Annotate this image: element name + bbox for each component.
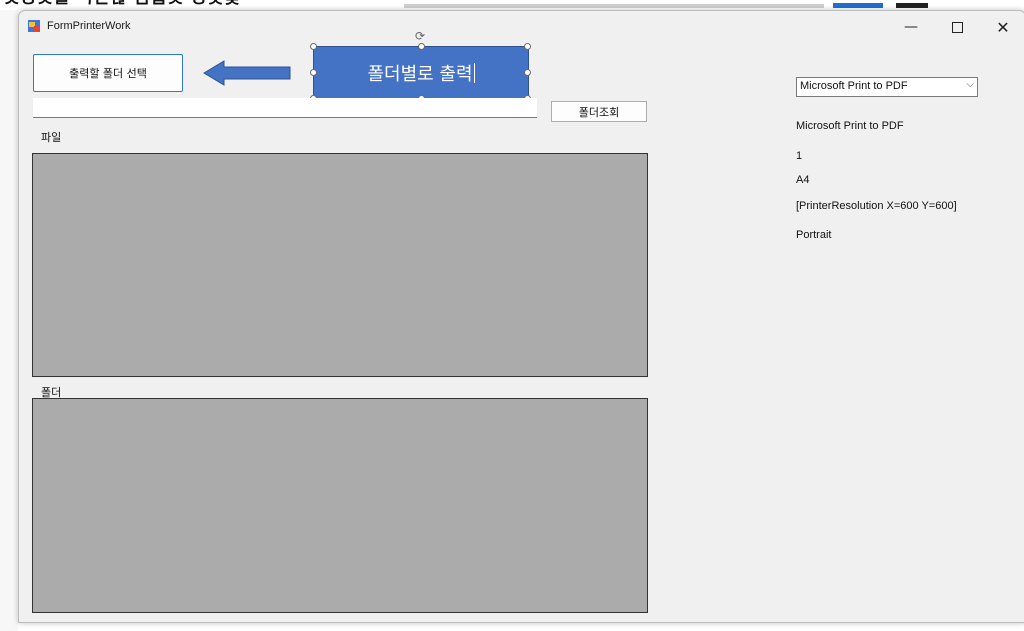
background-bar (833, 3, 883, 8)
select-folder-button[interactable]: 출력할 폴더 선택 (33, 54, 183, 92)
folders-grid[interactable] (32, 398, 648, 613)
copies-label: 1 (796, 150, 803, 162)
background-editor-strip: ᄉᄋᄉᄅ ᄀᄂᄃᄅ ᄆᄇᄉ ᄋᄌᄎ (0, 0, 1024, 10)
resolution-label: [PrinterResolution X=600 Y=600] (796, 200, 957, 212)
callout-text: 폴더별로 출력 (367, 64, 473, 85)
printer-name-label: Microsoft Print to PDF (796, 120, 904, 132)
orientation-label: Portrait (796, 229, 832, 241)
background-bar (404, 4, 824, 8)
rotate-handle-icon[interactable]: ⟳ (415, 29, 425, 43)
left-arrow-icon (203, 60, 291, 86)
close-icon: ✕ (996, 17, 1010, 37)
resize-handle[interactable] (418, 43, 425, 50)
background-left-edge (0, 10, 18, 631)
paper-size-label: A4 (796, 174, 810, 186)
title-bar[interactable]: FormPrinterWork — ✕ (19, 11, 1024, 43)
resize-handle[interactable] (524, 43, 531, 50)
background-bar (896, 3, 928, 8)
maximize-icon (951, 21, 963, 33)
printer-select-value: Microsoft Print to PDF (800, 80, 908, 92)
app-icon (28, 20, 40, 32)
callout-box[interactable]: 폴더별로 출력 (310, 43, 531, 102)
chevron-down-icon: ⌵ (966, 79, 974, 90)
minimize-icon: — (904, 19, 918, 35)
files-label: 파일 (41, 131, 62, 144)
printer-select[interactable]: Microsoft Print to PDF ⌵ (796, 77, 978, 97)
window-title: FormPrinterWork (47, 20, 131, 32)
maximize-button[interactable] (935, 11, 979, 43)
resize-handle[interactable] (310, 43, 317, 50)
minimize-button[interactable]: — (889, 11, 933, 43)
form-window: FormPrinterWork — ✕ 출력할 폴더 선택 폴더별로 출력 ⟳ (18, 10, 1024, 623)
query-folder-button[interactable]: 폴더조회 (551, 101, 647, 122)
form-client-area: 출력할 폴더 선택 폴더별로 출력 ⟳ 폴더조회 파일 폴더 Microsoft… (19, 29, 1024, 622)
resize-handle[interactable] (524, 69, 531, 76)
text-caret (473, 63, 475, 83)
background-text-fragment: ᄉᄋᄉᄅ ᄀᄂᄃᄅ ᄆᄇᄉ ᄋᄌᄎ (4, 0, 242, 10)
files-grid[interactable] (32, 153, 648, 377)
resize-handle[interactable] (310, 69, 317, 76)
folder-path-input[interactable] (33, 98, 537, 118)
close-button[interactable]: ✕ (981, 11, 1024, 43)
